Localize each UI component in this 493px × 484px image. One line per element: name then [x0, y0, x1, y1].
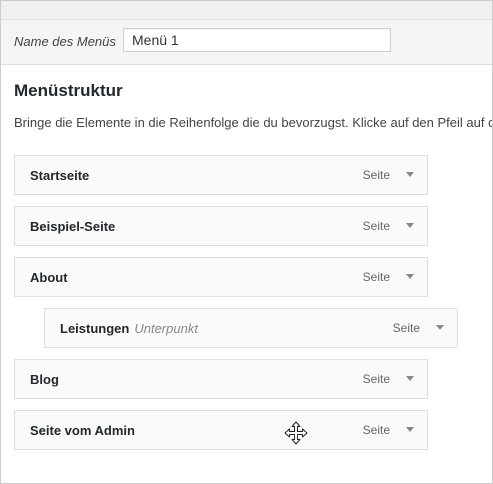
section-title: Menüstruktur [14, 81, 123, 100]
top-bar [1, 1, 492, 20]
menu-item-title: Leistungen Unterpunkt [60, 321, 198, 336]
menu-item-startseite[interactable]: Startseite Seite [14, 155, 428, 195]
arrow-down-icon[interactable] [401, 165, 419, 183]
menu-item-beispiel-seite[interactable]: Beispiel-Seite Seite [14, 206, 428, 246]
arrow-down-icon[interactable] [401, 267, 419, 285]
menu-item-type: Seite [362, 219, 390, 233]
menu-item-type: Seite [392, 321, 420, 335]
menu-item-title: Seite vom Admin [30, 423, 135, 438]
menu-item-title: About [30, 270, 68, 285]
menu-item-leistungen[interactable]: Leistungen Unterpunkt Seite [44, 308, 458, 348]
menu-item-title: Blog [30, 372, 59, 387]
menu-item-title: Startseite [30, 168, 90, 183]
menu-name-label: Name des Menüs [14, 34, 116, 49]
menu-item-type: Seite [362, 423, 390, 437]
menu-item-type: Seite [362, 168, 390, 182]
menu-name-input[interactable] [123, 28, 391, 52]
menu-item-blog[interactable]: Blog Seite [14, 359, 428, 399]
menu-item-title: Beispiel-Seite [30, 219, 116, 234]
arrow-down-icon[interactable] [401, 420, 419, 438]
menu-item-about[interactable]: About Seite [14, 257, 428, 297]
move-cursor-icon [284, 421, 308, 445]
menu-item-type: Seite [362, 270, 390, 284]
arrow-down-icon[interactable] [431, 318, 449, 336]
menu-item-subtitle: Unterpunkt [134, 321, 198, 336]
arrow-down-icon[interactable] [401, 216, 419, 234]
section-description: Bringe die Elemente in die Reihenfolge d… [14, 115, 493, 130]
menu-item-type: Seite [362, 372, 390, 386]
menu-item-seite-vom-admin[interactable]: Seite vom Admin Seite [14, 410, 428, 450]
arrow-down-icon[interactable] [401, 369, 419, 387]
menu-edit-panel: Name des Menüs Menüstruktur Bringe die E… [0, 0, 493, 484]
